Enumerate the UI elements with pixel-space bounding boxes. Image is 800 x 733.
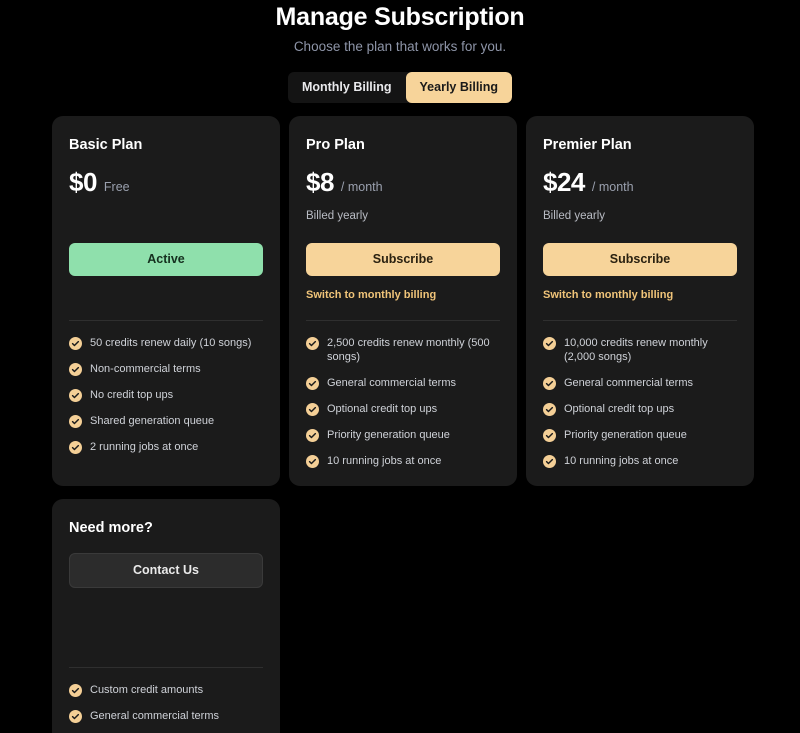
card-divider — [543, 320, 737, 321]
list-item: Optional credit top ups — [543, 402, 737, 416]
billing-toggle-container: Monthly Billing Yearly Billing — [0, 72, 800, 103]
check-circle-icon — [543, 377, 556, 390]
plan-billed-note — [69, 209, 263, 224]
plan-features-list: 2,500 credits renew monthly (500 songs) … — [306, 336, 500, 468]
plan-title: Basic Plan — [69, 136, 263, 154]
plan-title: Need more? — [69, 519, 263, 537]
list-item: General commercial terms — [69, 709, 263, 723]
list-item: Optional credit top ups — [306, 402, 500, 416]
feature-text: Optional credit top ups — [564, 402, 674, 416]
plan-price: $8 — [306, 167, 334, 197]
list-item: General commercial terms — [306, 376, 500, 390]
check-circle-icon — [306, 455, 319, 468]
check-circle-icon — [543, 429, 556, 442]
plan-price: $24 — [543, 167, 585, 197]
feature-text: Shared generation queue — [90, 414, 214, 428]
active-plan-button: Active — [69, 243, 263, 276]
list-item: 2 running jobs at once — [69, 440, 263, 454]
tab-yearly-billing[interactable]: Yearly Billing — [406, 72, 513, 103]
feature-text: Non-commercial terms — [90, 362, 201, 376]
check-circle-icon — [69, 415, 82, 428]
plan-features-list: 50 credits renew daily (10 songs) Non-co… — [69, 336, 263, 454]
list-item: Shared generation queue — [69, 414, 263, 428]
plan-title: Pro Plan — [306, 136, 500, 154]
page-subtitle: Choose the plan that works for you. — [0, 38, 800, 56]
plan-price-row: $0 Free — [69, 167, 263, 197]
list-item: 10,000 credits renew monthly (2,000 song… — [543, 336, 737, 364]
list-item: 10 running jobs at once — [543, 454, 737, 468]
page-title: Manage Subscription — [0, 2, 800, 32]
check-circle-icon — [306, 337, 319, 350]
list-item: 10 running jobs at once — [306, 454, 500, 468]
plan-cta-slot: Subscribe Switch to monthly billing — [306, 243, 500, 302]
contact-us-button[interactable]: Contact Us — [69, 553, 263, 588]
feature-text: Optional credit top ups — [327, 402, 437, 416]
plan-billed-note: Billed yearly — [543, 209, 737, 224]
plans-grid: Basic Plan $0 Free Active 50 credits ren… — [52, 116, 754, 733]
list-item: No credit top ups — [69, 388, 263, 402]
switch-billing-link[interactable]: Switch to monthly billing — [543, 288, 673, 302]
check-circle-icon — [69, 441, 82, 454]
plan-card-enterprise: Need more? Contact Us Custom credit amou… — [52, 499, 280, 733]
check-circle-icon — [69, 684, 82, 697]
plan-price: $0 — [69, 167, 97, 197]
subscribe-button[interactable]: Subscribe — [306, 243, 500, 276]
plan-features-list: Custom credit amounts General commercial… — [69, 683, 263, 733]
feature-text: General commercial terms — [564, 376, 693, 390]
plan-card-premier: Premier Plan $24 / month Billed yearly S… — [526, 116, 754, 486]
plan-price-row: $8 / month — [306, 167, 500, 197]
plan-features-list: 10,000 credits renew monthly (2,000 song… — [543, 336, 737, 468]
list-item: 2,500 credits renew monthly (500 songs) — [306, 336, 500, 364]
list-item: Priority generation queue — [306, 428, 500, 442]
check-circle-icon — [306, 377, 319, 390]
plan-cta-slot: Active — [69, 243, 263, 302]
check-circle-icon — [543, 403, 556, 416]
plan-cta-slot: Subscribe Switch to monthly billing — [543, 243, 737, 302]
card-spacer — [69, 588, 263, 649]
feature-text: Custom credit amounts — [90, 683, 203, 697]
feature-text: 10 running jobs at once — [327, 454, 441, 468]
check-circle-icon — [69, 389, 82, 402]
subscribe-button[interactable]: Subscribe — [543, 243, 737, 276]
card-divider — [69, 320, 263, 321]
feature-text: 10,000 credits renew monthly (2,000 song… — [564, 336, 737, 364]
subscription-page: Manage Subscription Choose the plan that… — [0, 0, 800, 733]
page-header: Manage Subscription Choose the plan that… — [0, 0, 800, 56]
check-circle-icon — [69, 337, 82, 350]
card-divider — [69, 667, 263, 668]
plan-price-suffix: / month — [592, 179, 634, 195]
plan-card-basic: Basic Plan $0 Free Active 50 credits ren… — [52, 116, 280, 486]
plan-billed-note: Billed yearly — [306, 209, 500, 224]
billing-toggle[interactable]: Monthly Billing Yearly Billing — [288, 72, 512, 103]
tab-monthly-billing[interactable]: Monthly Billing — [288, 72, 406, 103]
check-circle-icon — [69, 710, 82, 723]
check-circle-icon — [543, 455, 556, 468]
plan-cta-slot: Contact Us — [69, 553, 263, 588]
feature-text: No credit top ups — [90, 388, 173, 402]
feature-text: General commercial terms — [327, 376, 456, 390]
list-item: General commercial terms — [543, 376, 737, 390]
feature-text: 2 running jobs at once — [90, 440, 198, 454]
check-circle-icon — [543, 337, 556, 350]
feature-text: 10 running jobs at once — [564, 454, 678, 468]
feature-text: Priority generation queue — [327, 428, 450, 442]
plan-title: Premier Plan — [543, 136, 737, 154]
list-item: Priority generation queue — [543, 428, 737, 442]
feature-text: 50 credits renew daily (10 songs) — [90, 336, 251, 350]
list-item: Custom credit amounts — [69, 683, 263, 697]
plan-price-suffix: / month — [341, 179, 383, 195]
feature-text: General commercial terms — [90, 709, 219, 723]
list-item: 50 credits renew daily (10 songs) — [69, 336, 263, 350]
switch-billing-link[interactable]: Switch to monthly billing — [306, 288, 436, 302]
check-circle-icon — [69, 363, 82, 376]
plan-price-row: $24 / month — [543, 167, 737, 197]
plan-price-suffix: Free — [104, 179, 130, 195]
feature-text: 2,500 credits renew monthly (500 songs) — [327, 336, 500, 364]
plan-card-pro: Pro Plan $8 / month Billed yearly Subscr… — [289, 116, 517, 486]
check-circle-icon — [306, 403, 319, 416]
check-circle-icon — [306, 429, 319, 442]
card-divider — [306, 320, 500, 321]
list-item: Non-commercial terms — [69, 362, 263, 376]
feature-text: Priority generation queue — [564, 428, 687, 442]
